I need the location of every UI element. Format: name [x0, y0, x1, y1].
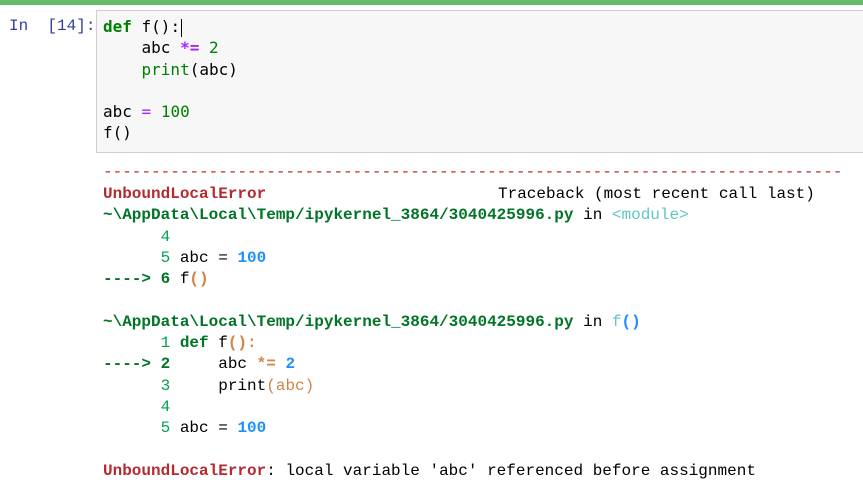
frame1-line-4: 4	[103, 227, 171, 248]
final-error-message: UnboundLocalError: local variable 'abc' …	[103, 461, 756, 482]
code-line-6[interactable]: f()	[103, 122, 132, 143]
error-name: UnboundLocalError	[103, 462, 267, 480]
paren: ():	[227, 334, 257, 352]
file-path: ~\AppData\Local\Temp/ipykernel_3864/3040…	[103, 206, 574, 224]
line-number: 1	[103, 334, 171, 352]
number-literal: 2	[208, 38, 219, 57]
traceback-label: Traceback (most recent call last)	[498, 185, 815, 203]
frame-name: f	[611, 313, 622, 331]
keyword-def: def	[103, 17, 132, 36]
number-literal: 100	[237, 419, 267, 437]
line-number: 4	[103, 398, 171, 416]
code-line-3[interactable]: print(abc)	[103, 59, 238, 80]
line-number: 3	[103, 377, 171, 395]
code-text: abc =	[170, 249, 238, 267]
traceback-header: UnboundLocalError	[103, 184, 266, 205]
input-prompt: In [14]:	[9, 17, 96, 35]
frame2-line-5: 5 abc = 100	[103, 418, 267, 439]
in-text: in	[573, 206, 612, 224]
frame1-current-line: ----> 6 f()	[103, 269, 209, 290]
builtin-print: print	[141, 60, 190, 79]
code-text: print	[170, 377, 267, 395]
in-text: in	[573, 313, 612, 331]
operator: *=	[256, 355, 276, 373]
line-number: 5	[103, 249, 171, 267]
code-text: f	[170, 270, 190, 288]
arrow-marker: ---->	[103, 270, 152, 288]
line-number: 2	[151, 355, 171, 373]
code-text: f	[208, 334, 228, 352]
paren: ()	[621, 313, 641, 331]
code-text: abc	[103, 102, 142, 121]
frame2-location: ~\AppData\Local\Temp/ipykernel_3864/3040…	[103, 312, 641, 333]
line-number: 4	[103, 228, 171, 246]
code-text: abc	[170, 355, 257, 373]
code-text: f():	[131, 17, 181, 36]
code-text: (abc)	[189, 60, 238, 79]
number-literal: 100	[237, 249, 267, 267]
error-name: UnboundLocalError	[103, 185, 267, 203]
error-text: : local variable 'abc' referenced before…	[266, 462, 756, 480]
keyword-def: def	[170, 334, 209, 352]
operator: =	[141, 102, 152, 121]
line-number: 6	[151, 270, 171, 288]
frame2-current-line: ----> 2 abc *= 2	[103, 354, 295, 375]
frame2-line-3: 3 print(abc)	[103, 376, 315, 397]
code-line-2[interactable]: abc *= 2	[103, 37, 219, 58]
frame1-location: ~\AppData\Local\Temp/ipykernel_3864/3040…	[103, 205, 689, 226]
paren: ()	[189, 270, 209, 288]
frame2-line-1: 1 def f():	[103, 333, 257, 354]
code-line-5[interactable]: abc = 100	[103, 101, 190, 122]
frame1-line-5: 5 abc = 100	[103, 248, 267, 269]
frame2-line-4: 4	[103, 397, 171, 418]
cell-selected-indicator	[0, 0, 863, 5]
arrow-marker: ---->	[103, 355, 152, 373]
code-text: abc	[103, 38, 181, 57]
cell-output-area: ----------------------------------------…	[103, 158, 863, 493]
paren: (abc)	[266, 377, 315, 395]
number-literal: 2	[275, 355, 296, 373]
number-literal: 100	[160, 102, 190, 121]
code-text: f()	[103, 123, 132, 142]
line-number: 5	[103, 419, 171, 437]
file-path: ~\AppData\Local\Temp/ipykernel_3864/3040…	[103, 313, 574, 331]
frame-name: <module>	[611, 206, 689, 224]
operator: *=	[180, 38, 200, 57]
code-line-1[interactable]: def f():	[103, 16, 183, 37]
code-cell-editor[interactable]: def f(): abc *= 2 print(abc) abc = 100 f…	[96, 10, 863, 153]
code-text: abc =	[170, 419, 238, 437]
traceback-separator: ----------------------------------------…	[103, 163, 843, 181]
text-cursor	[181, 18, 183, 37]
